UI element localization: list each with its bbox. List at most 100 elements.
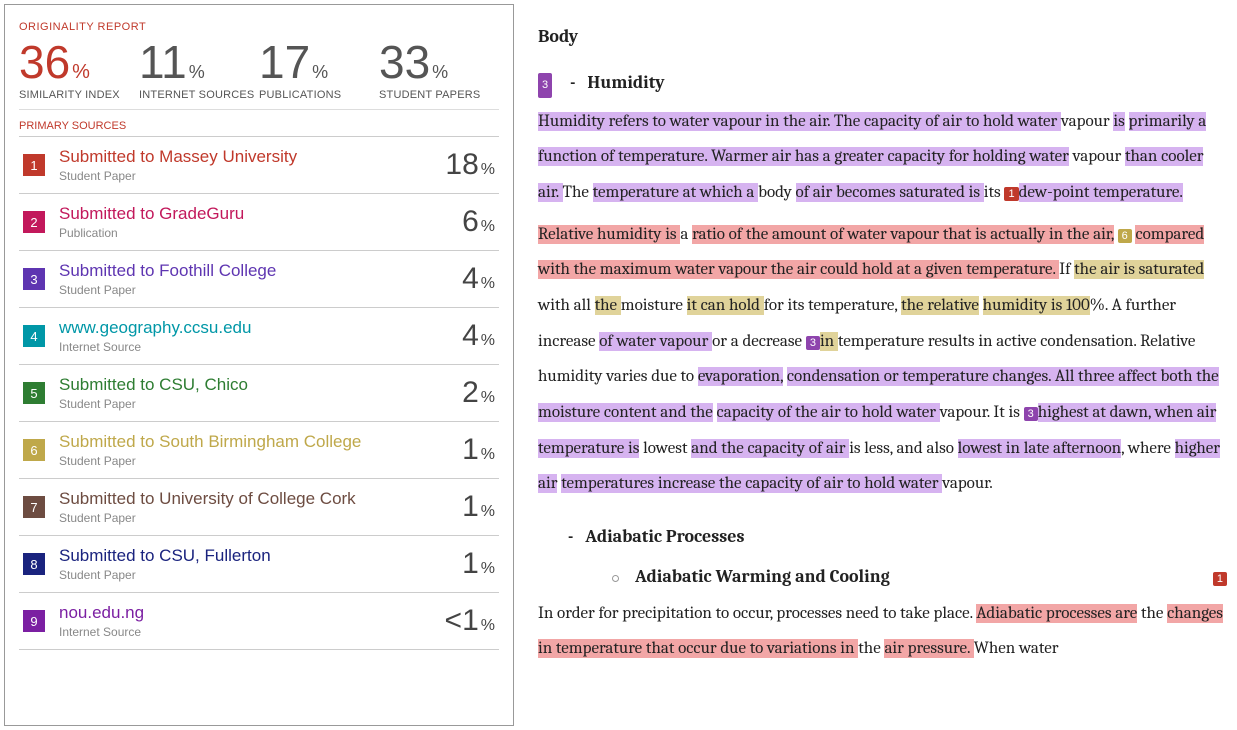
source-percentage: 1% <box>462 547 495 581</box>
source-type: Student Paper <box>59 397 462 411</box>
source-number-badge: 4 <box>23 325 45 347</box>
source-info: nou.edu.ngInternet Source <box>59 603 445 639</box>
source-percentage: 6% <box>462 205 495 239</box>
text-span: When water <box>974 639 1059 658</box>
text-span: its <box>984 183 1001 202</box>
source-number-badge: 2 <box>23 211 45 233</box>
source-row[interactable]: 2 Submitted to GradeGuruPublication6% <box>19 194 499 251</box>
source-row[interactable]: 7 Submitted to University of College Cork… <box>19 479 499 536</box>
source-info: Submitted to South Birmingham CollegeStu… <box>59 432 462 468</box>
highlight-span: the <box>595 296 621 315</box>
text-span: vapour <box>1061 112 1113 131</box>
source-title: Submitted to Foothill College <box>59 261 462 281</box>
source-tag-1[interactable]: 1 <box>1213 572 1227 586</box>
dash-icon: - <box>568 520 573 556</box>
highlight-span: capacity of the air to hold water <box>717 403 940 422</box>
metric-label: INTERNET SOURCES <box>139 89 259 101</box>
highlight-span: Warmer air has a greater capacity for ho… <box>711 147 1069 166</box>
text-span: , where <box>1121 439 1174 458</box>
metric-value: 17 <box>259 36 310 88</box>
source-tag-1[interactable]: 1 <box>1004 187 1018 201</box>
paragraph-humidity: Humidity refers to water vapour in the a… <box>538 104 1227 211</box>
text-span: results in active condensation. <box>928 332 1140 351</box>
source-type: Internet Source <box>59 625 445 639</box>
source-row[interactable]: 1 Submitted to Massey University Student P… <box>19 137 499 194</box>
source-row[interactable]: 5Submitted to CSU, ChicoStudent Paper2% <box>19 365 499 422</box>
source-percentage: 1% <box>462 490 495 524</box>
source-number-badge: 7 <box>23 496 45 518</box>
text-span: vapour <box>1073 147 1125 166</box>
metric-value: 11 <box>139 36 187 88</box>
highlight-span: temperature at which a <box>593 183 758 202</box>
source-type: Student Paper <box>59 169 445 183</box>
subheading-adiabatic-row: - Adiabatic Processes <box>538 518 1227 556</box>
source-row[interactable]: 6Submitted to South Birmingham CollegeSt… <box>19 422 499 479</box>
text-span: a <box>680 225 692 244</box>
dash-icon: - <box>570 66 575 102</box>
source-percentage: 1% <box>462 433 495 467</box>
source-tag-3[interactable]: 3 <box>806 336 820 350</box>
text-span: lowest <box>643 439 691 458</box>
highlight-span: evaporation, <box>698 367 783 386</box>
source-title: Submitted to CSU, Fullerton <box>59 546 462 566</box>
percent-sign: % <box>72 61 90 83</box>
text-span: with all <box>538 296 595 315</box>
source-row[interactable]: 8 Submitted to CSU, Fullerton Student Pape… <box>19 536 499 593</box>
text-span: The <box>563 183 593 202</box>
metric-label: PUBLICATIONS <box>259 89 379 101</box>
originality-report-panel: ORIGINALITY REPORT 36% SIMILARITY INDEX … <box>4 4 514 726</box>
source-percentage: 4% <box>462 262 495 296</box>
source-type: Internet Source <box>59 340 462 354</box>
highlight-span: ratio of the amount of water vapour that… <box>692 225 1114 244</box>
source-number-badge: 3 <box>23 268 45 290</box>
source-type: Student Paper <box>59 568 462 582</box>
text-span: vapour. It is <box>940 403 1024 422</box>
text-span: or a decrease <box>712 332 806 351</box>
source-title: Submitted to Massey University <box>59 147 445 167</box>
highlight-span: air pressure. <box>884 639 973 658</box>
highlight-span: in <box>820 332 838 351</box>
source-tag-6[interactable]: 6 <box>1118 229 1132 243</box>
metric-value: 36 <box>19 36 70 88</box>
source-info: Submitted to CSU, Chico Student Paper <box>59 375 462 411</box>
highlight-span: in the air. <box>765 112 834 131</box>
highlight-span: the relative <box>901 296 979 315</box>
text-span: the <box>858 639 884 658</box>
source-list: 1 Submitted to Massey University Student P… <box>19 137 499 717</box>
source-info: www.geography.ccsu.edu Internet Source <box>59 318 462 354</box>
subheading-humidity: Humidity <box>587 64 664 102</box>
percent-sign: % <box>189 62 205 82</box>
metric-value: 33 <box>379 36 430 88</box>
source-info: Submitted to CSU, Fullerton Student Paper <box>59 546 462 582</box>
subheading-warming: Adiabatic Warming and Cooling <box>635 558 890 596</box>
highlight-span: humidity is 100 <box>983 296 1090 315</box>
source-title: Submitted to CSU, Chico <box>59 375 462 395</box>
text-span: body <box>758 183 795 202</box>
source-title: Submitted to University of College Cork <box>59 489 462 509</box>
source-title: Submitted to South Birmingham College <box>59 432 462 452</box>
subheading-humidity-row: 3 - Humidity <box>538 64 1227 102</box>
highlight-span: Humidity refers to water vapour <box>538 112 765 131</box>
source-tag-3[interactable]: 3 <box>1024 407 1038 421</box>
source-number-badge: 1 <box>23 154 45 176</box>
highlight-span: dew-point temperature. <box>1019 183 1183 202</box>
highlight-span: of water vapour <box>599 332 712 351</box>
source-info: Submitted to Foothill CollegeStudent Pap… <box>59 261 462 297</box>
text-span: In order for precipitation to occur, pro… <box>538 604 976 623</box>
highlight-span: it can hold <box>687 296 764 315</box>
source-tag-3[interactable]: 3 <box>538 73 552 98</box>
percent-sign: % <box>432 62 448 82</box>
source-info: Submitted to University of College CorkS… <box>59 489 462 525</box>
source-row[interactable]: 4www.geography.ccsu.eduInternet Source4% <box>19 308 499 365</box>
source-info: Submitted to GradeGuruPublication <box>59 204 462 240</box>
highlight-span: and the capacity of air <box>691 439 849 458</box>
source-info: Submitted to Massey University Student Pa… <box>59 147 445 183</box>
highlight-span: Relative humidity is <box>538 225 680 244</box>
highlight-span: the air is saturated <box>1074 260 1204 279</box>
source-type: Publication <box>59 226 462 240</box>
source-row[interactable]: 3 Submitted to Foothill CollegeStudent Pa… <box>19 251 499 308</box>
source-number-badge: 8 <box>23 553 45 575</box>
source-row[interactable]: 9nou.edu.ngInternet Source<1% <box>19 593 499 650</box>
source-title: www.geography.ccsu.edu <box>59 318 462 338</box>
text-span: vapour. <box>942 474 992 493</box>
